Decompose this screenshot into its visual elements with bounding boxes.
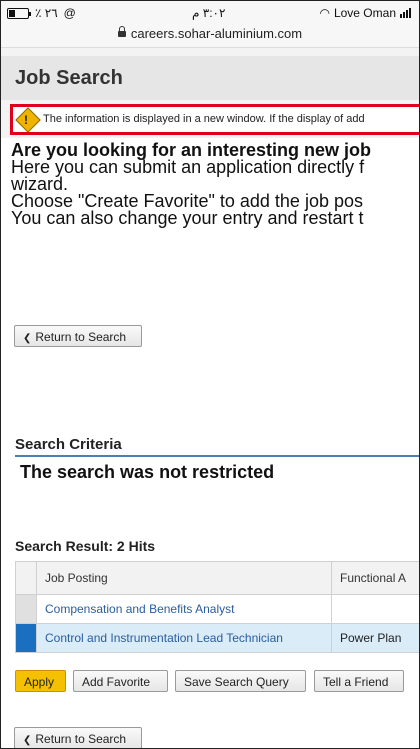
status-bar: ٪ ٢٦ @ ٣:٠٢ م ◠ Love Oman — [1, 1, 419, 25]
phone-screen: ٪ ٢٦ @ ٣:٠٢ م ◠ Love Oman careers.sohar-… — [0, 0, 420, 749]
page-title: Job Search — [15, 67, 123, 89]
carrier-name: Love Oman — [333, 6, 396, 20]
row-selector[interactable] — [15, 623, 37, 653]
results-table: Job Posting Functional A Compensation an… — [15, 561, 419, 653]
status-time: ٣:٠٢ م — [192, 6, 226, 20]
lock-icon — [117, 25, 126, 37]
functional-area-cell — [331, 594, 419, 624]
section-divider — [15, 455, 419, 457]
return-to-search-button[interactable]: ❮ Return to Search — [14, 727, 142, 748]
tell-a-friend-button[interactable]: Tell a Friend — [314, 670, 404, 692]
status-right: ◠ Love Oman — [319, 6, 411, 20]
warning-icon — [15, 107, 41, 132]
chevron-left-icon: ❮ — [23, 735, 32, 746]
search-criteria-text: The search was not restricted — [20, 462, 275, 482]
url-text: careers.sohar-aluminium.com — [130, 26, 303, 41]
job-posting-link[interactable]: Control and Instrumentation Lead Technic… — [36, 623, 332, 653]
column-header-functional-area[interactable]: Functional A — [331, 561, 419, 595]
apply-button[interactable]: Apply — [15, 670, 66, 692]
wifi-icon: ◠ — [319, 6, 330, 20]
row-selector[interactable] — [15, 594, 37, 624]
table-header-row: Job Posting Functional A — [15, 561, 419, 595]
do-not-disturb-icon: @ — [63, 6, 76, 20]
save-search-query-button[interactable]: Save Search Query — [175, 670, 306, 692]
signal-icon — [400, 8, 411, 18]
intro-line: Here you can submit an application direc… — [11, 157, 365, 177]
table-row[interactable]: Control and Instrumentation Lead Technic… — [15, 623, 419, 653]
address-bar[interactable]: careers.sohar-aluminium.com — [1, 25, 419, 48]
search-result-title: Search Result: 2 Hits — [15, 538, 156, 554]
return-to-search-button[interactable]: ❮ Return to Search — [14, 325, 142, 347]
select-column-header — [15, 561, 37, 595]
battery-percent: ٪ ٢٦ — [35, 6, 58, 20]
battery-icon — [7, 7, 31, 19]
info-notice: ! The information is displayed in a new … — [10, 104, 419, 135]
functional-area-cell: Power Plan — [331, 623, 419, 653]
return-to-search-label: Return to Search — [35, 732, 127, 746]
job-posting-link[interactable]: Compensation and Benefits Analyst — [36, 594, 332, 624]
add-favorite-button[interactable]: Add Favorite — [73, 670, 168, 692]
column-header-job-posting[interactable]: Job Posting — [36, 561, 332, 595]
chevron-left-icon: ❮ — [23, 333, 32, 344]
page-header: Job Search — [1, 56, 419, 100]
warning-exclamation: ! — [24, 113, 28, 127]
intro-line: You can also change your entry and resta… — [11, 208, 364, 228]
table-row[interactable]: Compensation and Benefits Analyst — [15, 594, 419, 624]
return-to-search-label: Return to Search — [35, 330, 127, 344]
search-criteria-title: Search Criteria — [15, 436, 122, 453]
page-content: Job Search ! The information is displaye… — [1, 48, 419, 748]
intro-text: Are you looking for an interesting new j… — [11, 141, 419, 228]
status-left: ٪ ٢٦ @ — [7, 6, 76, 20]
notice-text: The information is displayed in a new wi… — [43, 113, 365, 125]
